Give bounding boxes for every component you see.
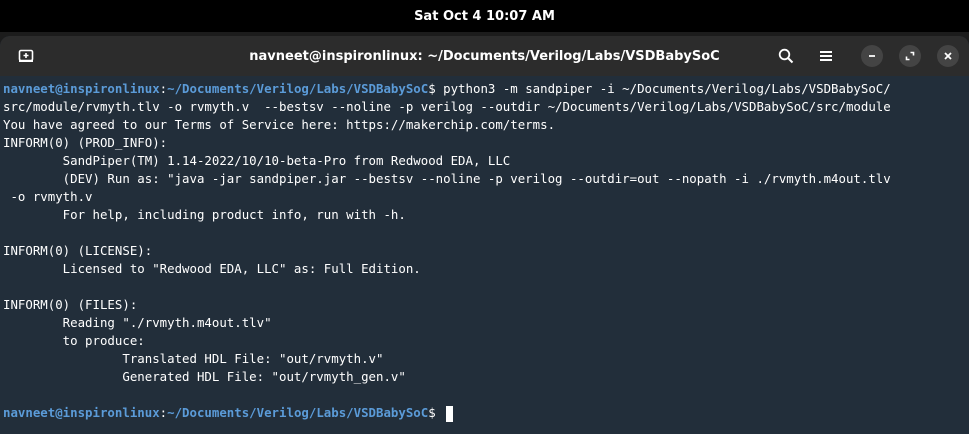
- output-line: You have agreed to our Terms of Service …: [3, 117, 556, 132]
- terminal-output[interactable]: navneet@inspironlinux:~/Documents/Verilo…: [0, 76, 969, 434]
- output-line: src/module/rvmyth.tlv -o rvmyth.v --best…: [3, 99, 891, 114]
- close-button[interactable]: [937, 45, 959, 67]
- title-bar: navneet@inspironlinux: ~/Documents/Veril…: [0, 36, 969, 76]
- output-line: -o rvmyth.v: [3, 189, 93, 204]
- output-line: INFORM(0) (FILES):: [3, 297, 138, 312]
- menu-button[interactable]: [812, 42, 840, 70]
- prompt-user: navneet@inspironlinux: [3, 81, 160, 96]
- prompt-line: navneet@inspironlinux:~/Documents/Verilo…: [3, 404, 454, 422]
- search-icon: [778, 48, 794, 64]
- system-top-bar: Sat Oct 4 10:07 AM: [0, 0, 969, 32]
- command-text: python3 -m sandpiper -i ~/Documents/Veri…: [443, 81, 891, 96]
- prompt-separator: :: [159, 81, 168, 96]
- output-line: INFORM(0) (LICENSE):: [3, 243, 153, 258]
- minimize-icon: [869, 55, 875, 57]
- output-line: Translated HDL File: "out/rvmyth.v": [3, 351, 384, 366]
- text-cursor[interactable]: [446, 405, 454, 422]
- menu-icon: [820, 51, 832, 61]
- output-line: Reading "./rvmyth.m4out.tlv": [3, 315, 272, 330]
- minimize-button[interactable]: [861, 45, 883, 67]
- output-line: Generated HDL File: "out/rvmyth_gen.v": [3, 369, 406, 384]
- prompt-sigil: $: [428, 81, 444, 96]
- search-button[interactable]: [772, 42, 800, 70]
- prompt-separator: :: [159, 405, 168, 420]
- output-line: INFORM(0) (PROD_INFO):: [3, 135, 168, 150]
- prompt-path: ~/Documents/Verilog/Labs/VSDBabySoC: [167, 81, 429, 96]
- prompt-user: navneet@inspironlinux: [3, 405, 160, 420]
- close-icon: [944, 52, 952, 60]
- prompt-line: navneet@inspironlinux:~/Documents/Verilo…: [3, 80, 891, 98]
- output-line: Licensed to "Redwood EDA, LLC" as: Full …: [3, 261, 421, 276]
- output-line: to produce:: [3, 333, 145, 348]
- terminal-window: navneet@inspironlinux: ~/Documents/Veril…: [0, 36, 969, 434]
- output-line: SandPiper(TM) 1.14-2022/10/10-beta-Pro f…: [3, 153, 511, 168]
- prompt-sigil: $: [428, 405, 444, 420]
- clock[interactable]: Sat Oct 4 10:07 AM: [414, 9, 555, 24]
- prompt-path: ~/Documents/Verilog/Labs/VSDBabySoC: [167, 405, 429, 420]
- output-line: (DEV) Run as: "java -jar sandpiper.jar -…: [3, 171, 891, 186]
- maximize-icon: [905, 51, 915, 61]
- output-line: For help, including product info, run wi…: [3, 207, 406, 222]
- maximize-button[interactable]: [899, 45, 921, 67]
